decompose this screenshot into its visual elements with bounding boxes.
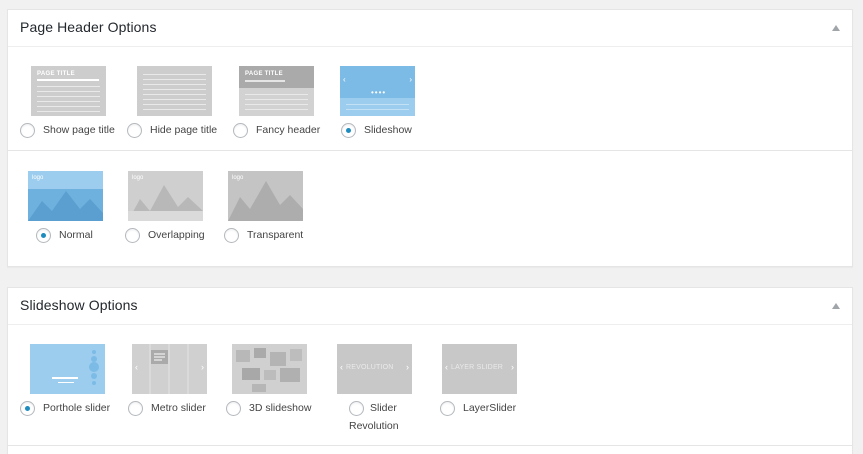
chevron-left-icon: ‹ [343,75,346,84]
3d-slideshow-radio[interactable] [226,401,241,416]
transparent-header-thumbnail[interactable]: logo [228,171,303,221]
metro-slider-thumbnail[interactable]: ‹ › [132,344,207,394]
show-page-title-option[interactable]: Show page title [20,123,115,138]
panel-title: Slideshow Options [20,297,138,313]
chevron-left-icon: ‹ [340,362,343,372]
chevron-right-icon: › [201,362,204,372]
layerslider-option[interactable]: LayerSlider [440,401,516,416]
layerslider-thumbnail[interactable]: ‹ LAYER SLIDER › [442,344,517,394]
chevron-right-icon: › [511,362,514,372]
normal-header-thumbnail[interactable]: logo [28,171,103,221]
overlapping-option[interactable]: Overlapping [125,228,205,243]
porthole-slider-radio[interactable] [20,401,35,416]
slider-revolution-thumbnail[interactable]: ‹ REVOLUTION › [337,344,412,394]
hide-page-title-option[interactable]: Hide page title [127,123,217,138]
metro-slider-option[interactable]: Metro slider [128,401,206,416]
show-page-title-thumbnail[interactable]: PAGE TITLE [31,66,106,116]
metro-slider-radio[interactable] [128,401,143,416]
fancy-header-option[interactable]: Fancy header [233,123,320,138]
slideshow-options-panel: Slideshow Options ‹ › ‹ REVOLUTION › ‹ L… [7,287,853,454]
slide-dots-icon: •••• [371,88,387,97]
normal-option[interactable]: Normal [36,228,93,243]
overlapping-radio[interactable] [125,228,140,243]
mountains-icon [28,189,103,221]
slideshow-thumbnail[interactable]: ‹ › •••• [340,66,415,116]
porthole-slider-thumbnail[interactable] [30,344,105,394]
slider-revolution-radio[interactable] [349,401,364,416]
normal-radio[interactable] [36,228,51,243]
chevron-left-icon: ‹ [445,362,448,372]
page-title-text: PAGE TITLE [245,71,283,77]
panel-title: Page Header Options [20,19,157,35]
chevron-left-icon: ‹ [135,362,138,372]
fancy-header-radio[interactable] [233,123,248,138]
fancy-header-thumbnail[interactable]: PAGE TITLE [239,66,314,116]
transparent-option[interactable]: Transparent [224,228,303,243]
collapse-toggle-icon[interactable] [832,25,840,31]
section-divider [8,150,852,151]
mountains-icon [228,181,303,221]
layerslider-text: LAYER SLIDER [451,364,504,371]
layerslider-radio[interactable] [440,401,455,416]
transparent-radio[interactable] [224,228,239,243]
3d-slideshow-thumbnail[interactable] [232,344,307,394]
collapse-toggle-icon[interactable] [832,303,840,309]
slideshow-radio[interactable] [341,123,356,138]
panel-header[interactable]: Page Header Options [8,10,852,47]
page-header-options-panel: Page Header Options PAGE TITLE PAGE TITL… [7,9,853,267]
chevron-right-icon: › [406,362,409,372]
slideshow-option[interactable]: Slideshow [341,123,412,138]
overlapping-header-thumbnail[interactable]: logo [128,171,203,221]
revolution-text: REVOLUTION [346,364,394,371]
panel-header[interactable]: Slideshow Options [8,288,852,325]
show-page-title-radio[interactable] [20,123,35,138]
porthole-dots-icon [89,350,99,385]
page-title-text: PAGE TITLE [37,71,75,77]
mountains-icon [128,185,203,221]
section-divider [8,445,852,446]
hide-page-title-thumbnail[interactable] [137,66,212,116]
porthole-slider-option[interactable]: Porthole slider [20,401,110,416]
chevron-right-icon: › [409,75,412,84]
hide-page-title-radio[interactable] [127,123,142,138]
3d-slideshow-option[interactable]: 3D slideshow [226,401,311,416]
